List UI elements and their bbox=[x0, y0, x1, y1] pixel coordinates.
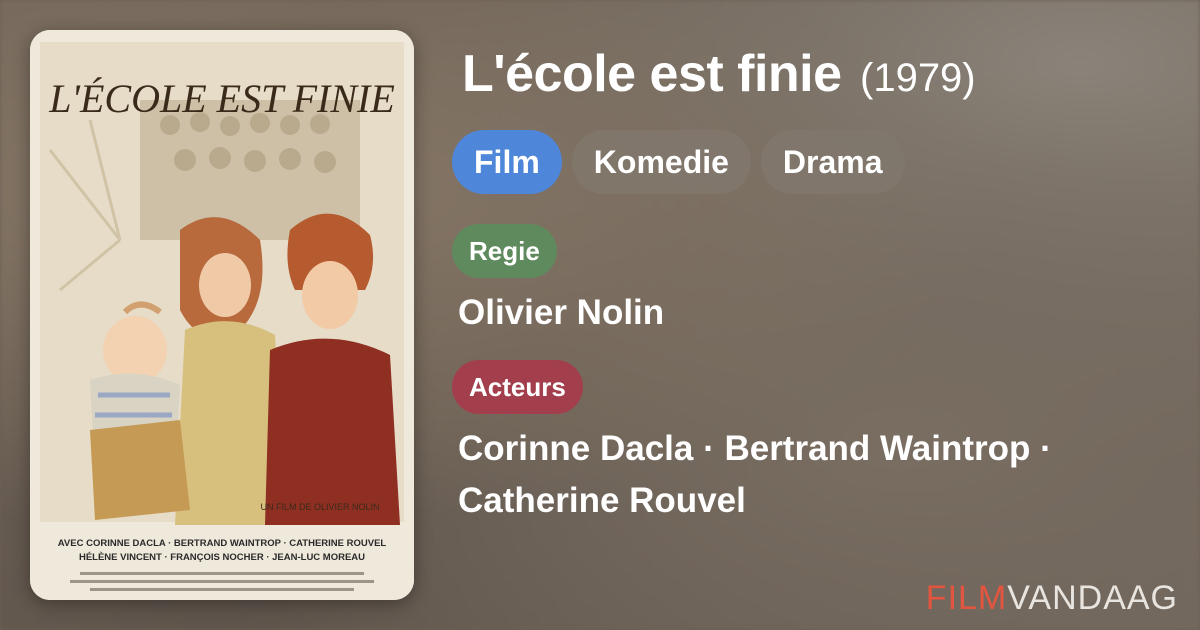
poster-cast-line-2: HÉLÈNE VINCENT · FRANÇOIS NOCHER · JEAN-… bbox=[79, 552, 365, 563]
genre-pill-film[interactable]: Film bbox=[452, 130, 562, 194]
movie-year: (1979) bbox=[860, 56, 976, 100]
filmvandaag-logo: FILMVANDAAG bbox=[926, 579, 1178, 618]
poster-cast-line-1: AVEC CORINNE DACLA · BERTRAND WAINTROP ·… bbox=[58, 538, 387, 549]
logo-part-vandaag: VANDAAG bbox=[1007, 579, 1178, 617]
director-label: Regie bbox=[452, 224, 557, 278]
genre-list: Film Komedie Drama bbox=[452, 130, 905, 194]
genre-pill-komedie[interactable]: Komedie bbox=[571, 130, 751, 194]
logo-part-film: FILM bbox=[925, 579, 1008, 617]
poster-title-text: L'ÉCOLE EST FINIE bbox=[48, 76, 395, 121]
genre-pill-drama[interactable]: Drama bbox=[760, 130, 905, 194]
actors-list: Corinne Dacla · Bertrand Waintrop · Cath… bbox=[458, 429, 1052, 520]
movie-poster: L'ÉCOLE EST FINIE UN FILM DE OLIVIER NOL… bbox=[30, 30, 414, 600]
director-name: Olivier Nolin bbox=[458, 293, 665, 332]
movie-title: L'école est finie bbox=[462, 45, 842, 103]
title-row: L'école est finie (1979) bbox=[462, 44, 976, 104]
poster-credit-text: UN FILM DE OLIVIER NOLIN bbox=[260, 502, 379, 512]
actors-label: Acteurs bbox=[452, 360, 583, 414]
